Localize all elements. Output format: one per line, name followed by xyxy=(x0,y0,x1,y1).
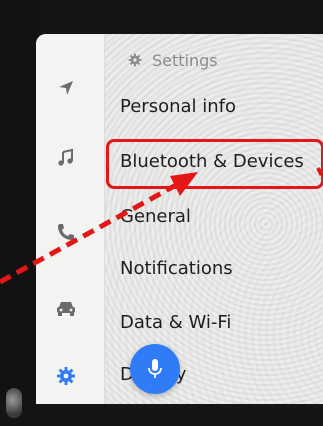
car-icon xyxy=(57,302,75,316)
left-nav-rail xyxy=(36,34,105,404)
music-note-icon xyxy=(58,148,73,166)
rail-item-music[interactable] xyxy=(46,138,86,178)
menu-item-general[interactable]: General xyxy=(120,206,191,227)
microphone-icon xyxy=(148,359,162,378)
menu-item-notifications[interactable]: Notifications xyxy=(120,258,233,279)
rail-item-vehicle[interactable] xyxy=(46,288,86,328)
rail-item-settings[interactable] xyxy=(46,356,86,396)
menu-item-personal-info[interactable]: Personal info xyxy=(120,96,236,117)
rail-item-navigation[interactable] xyxy=(46,68,86,108)
page-title: Settings xyxy=(152,50,218,70)
rail-item-phone[interactable] xyxy=(46,212,86,252)
highlight-box xyxy=(106,139,323,189)
menu-item-data-wifi[interactable]: Data & Wi-Fi xyxy=(120,312,231,333)
infotainment-screen: Settings Personal info Bluetooth & Devic… xyxy=(36,34,323,404)
gear-icon xyxy=(128,53,142,67)
voice-assistant-button[interactable] xyxy=(130,344,180,394)
phone-icon xyxy=(58,224,74,240)
settings-header: Settings xyxy=(128,48,218,72)
device-knob xyxy=(6,388,22,418)
navigation-arrow-icon xyxy=(59,81,73,95)
gear-icon xyxy=(57,367,75,385)
device-bezel-left xyxy=(0,0,38,426)
